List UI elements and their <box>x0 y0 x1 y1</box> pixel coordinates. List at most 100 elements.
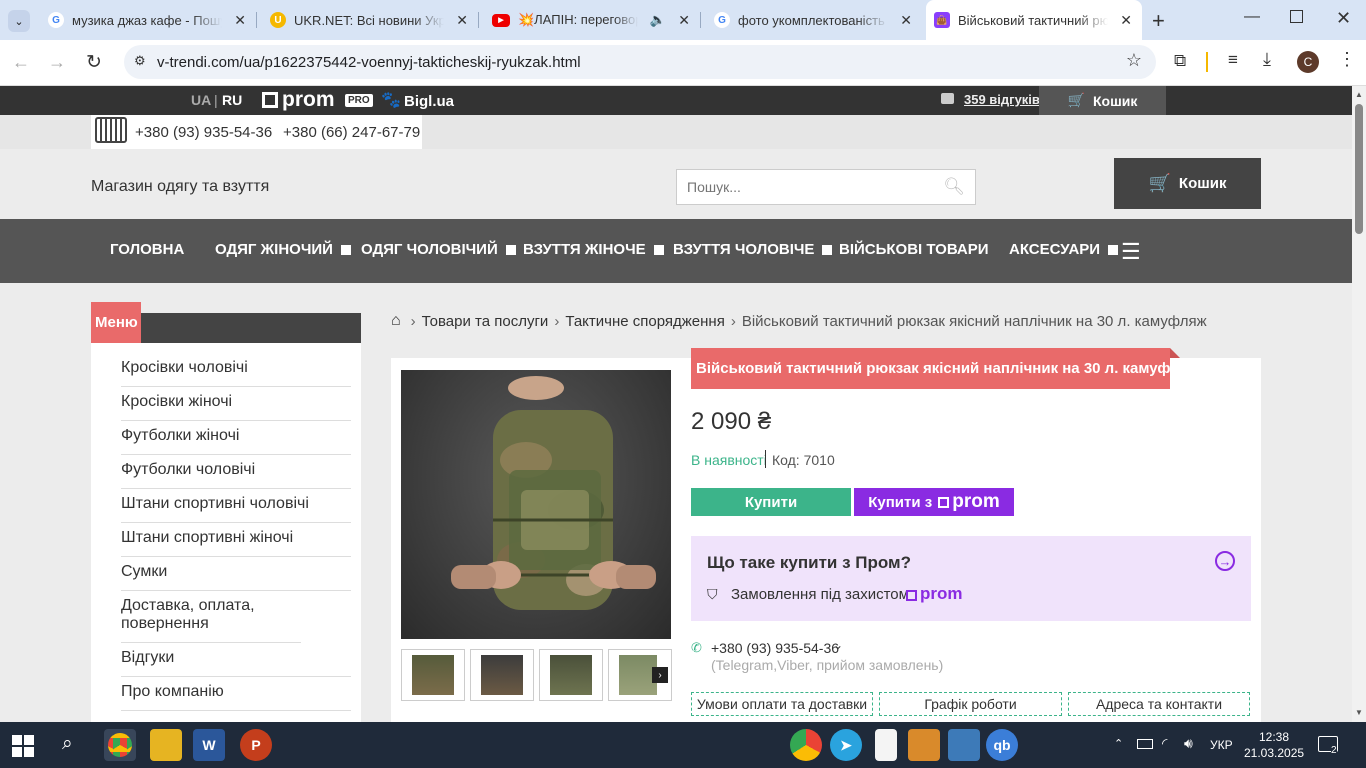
chevron-down-icon[interactable]: ⌄ <box>833 638 843 652</box>
search-input[interactable] <box>677 170 937 204</box>
app-icon[interactable] <box>948 729 980 761</box>
sidebar-item[interactable]: Кросівки жіночі <box>121 393 351 421</box>
close-icon[interactable]: ✕ <box>456 12 468 29</box>
reviews-link[interactable]: 359 відгуків <box>964 92 1040 107</box>
lang-ru[interactable]: RU <box>222 92 242 108</box>
close-icon[interactable]: ✕ <box>678 12 690 29</box>
lang-ua[interactable]: UA <box>191 92 211 108</box>
media-icon[interactable]: ≡ <box>1228 50 1238 70</box>
top-cart-button[interactable]: 🛒 Кошик <box>1039 86 1166 115</box>
thumbnail[interactable] <box>470 649 534 701</box>
nav-men-clothing[interactable]: Одяг чоловічий <box>361 241 516 258</box>
battery-icon[interactable] <box>1137 739 1153 749</box>
volume-icon[interactable]: 🔊︎ <box>1184 735 1193 752</box>
document-icon[interactable] <box>875 729 897 761</box>
nav-women-clothing[interactable]: Одяг жіночий <box>215 241 351 258</box>
address-bar[interactable]: ⚙ v-trendi.com/ua/p1622375442-voennyj-ta… <box>124 45 1156 79</box>
payment-delivery-link[interactable]: Умови оплати та доставки <box>691 692 873 716</box>
new-tab-icon[interactable]: + <box>1152 8 1165 34</box>
search-box[interactable]: 🔍︎ <box>676 169 976 205</box>
back-icon[interactable]: ← <box>12 52 30 73</box>
tab-3[interactable]: G фото укомплектованість війська ✕ <box>706 0 922 40</box>
phone-2[interactable]: +380 (66) 247-67-79 <box>283 124 420 141</box>
sidebar-item[interactable]: Футболки чоловічі <box>121 461 351 489</box>
nav-women-shoes[interactable]: Взуття жіноче <box>523 241 664 258</box>
nav-home[interactable]: Головна <box>110 241 184 258</box>
extensions-icon[interactable]: ⧉ <box>1174 51 1186 71</box>
nav-military[interactable]: Військові товари <box>839 241 989 258</box>
thumbnail[interactable] <box>539 649 603 701</box>
close-icon[interactable]: ✕ <box>900 12 912 29</box>
sidebar-item[interactable]: Про компанію <box>121 683 351 711</box>
wifi-icon[interactable]: ◜ <box>1162 735 1167 752</box>
close-icon[interactable]: ✕ <box>234 12 246 29</box>
phone-1[interactable]: +380 (93) 935-54-36 <box>135 124 272 141</box>
qbittorrent-icon[interactable]: qb <box>986 729 1018 761</box>
close-icon[interactable]: ✕ <box>1120 12 1132 29</box>
google-icon: G <box>48 12 64 28</box>
bigl-link[interactable]: Bigl.ua <box>404 93 454 110</box>
chrome-logo <box>108 733 132 757</box>
profile-avatar[interactable]: C <box>1297 51 1319 73</box>
restore-icon[interactable] <box>1290 10 1303 23</box>
sidebar-item[interactable]: Доставка, оплата, повернення <box>121 597 301 643</box>
tab-search-icon[interactable]: ⌄ <box>8 10 30 32</box>
breadcrumb-link[interactable]: Товари та послуги <box>422 313 549 330</box>
scrollbar-thumb[interactable] <box>1355 104 1363 234</box>
product-phone[interactable]: +380 (93) 935-54-36 <box>711 640 839 656</box>
telegram-icon[interactable]: ➤ <box>830 729 862 761</box>
tab-2[interactable]: ▶ 💥ЛАПІН: переговори 🔈 ✕ <box>484 0 700 40</box>
product-photo[interactable] <box>401 370 671 639</box>
thumbnail[interactable] <box>401 649 465 701</box>
menu-icon[interactable]: ⋮ <box>1338 49 1356 70</box>
next-arrow-icon[interactable]: › <box>652 667 668 683</box>
sidebar-item[interactable]: Штани спортивні жіночі <box>121 529 351 557</box>
search-icon[interactable]: ⌕ <box>62 733 73 755</box>
sidebar-item[interactable]: Відгуки <box>121 649 351 677</box>
scroll-down-icon[interactable]: ▼ <box>1355 708 1363 717</box>
more-menu-icon[interactable]: ☰ <box>1121 239 1141 265</box>
audio-icon[interactable]: 🔈 <box>650 12 666 28</box>
reload-icon[interactable]: ↻ <box>86 51 102 74</box>
tab-0[interactable]: G музика джаз кафе - Пошук ✕ <box>40 0 256 40</box>
schedule-link[interactable]: Графік роботи <box>879 692 1062 716</box>
google-icon: G <box>714 12 730 28</box>
arrow-right-icon[interactable]: → <box>1215 551 1235 571</box>
powerpoint-icon[interactable]: P <box>240 729 272 761</box>
clock-date[interactable]: 21.03.2025 <box>1244 746 1304 760</box>
sidebar-item[interactable]: Штани спортивні чоловічі <box>121 495 351 523</box>
prom-info-box[interactable]: Що таке купити з Пром? → ⛉ Замовлення пі… <box>691 536 1251 621</box>
tab-1[interactable]: U UKR.NET: Всі новини України ✕ <box>262 0 478 40</box>
language-indicator[interactable]: УКР <box>1210 738 1233 752</box>
sidebar-item[interactable]: Кросівки чоловічі <box>121 359 351 387</box>
cart-button[interactable]: 🛒 Кошик <box>1114 158 1261 209</box>
word-icon[interactable]: W <box>193 729 225 761</box>
forward-icon[interactable]: → <box>48 52 66 73</box>
minimize-icon[interactable]: — <box>1244 8 1260 26</box>
tray-up-icon[interactable]: ⌃ <box>1114 737 1123 750</box>
clock-time[interactable]: 12:38 <box>1259 730 1289 744</box>
site-info-icon[interactable]: ⚙ <box>134 53 146 69</box>
window-close-icon[interactable]: ✕ <box>1336 8 1351 29</box>
sidebar-item[interactable]: Сумки <box>121 563 351 591</box>
contacts-link[interactable]: Адреса та контакти <box>1068 692 1250 716</box>
bookmark-star-icon[interactable]: ☆ <box>1126 50 1142 71</box>
buy-button[interactable]: Купити <box>691 488 851 516</box>
chrome-taskbar-icon[interactable] <box>104 729 136 761</box>
photos-icon[interactable] <box>908 729 940 761</box>
scroll-up-icon[interactable]: ▲ <box>1355 90 1363 99</box>
buy-with-prom-button[interactable]: Купити з prom <box>854 488 1014 516</box>
sidebar-item[interactable]: Футболки жіночі <box>121 427 351 455</box>
windows-start-icon[interactable] <box>12 735 34 757</box>
nav-accessories[interactable]: Аксесуари <box>1009 241 1119 258</box>
chrome-icon[interactable] <box>790 729 822 761</box>
breadcrumb-link[interactable]: Тактичне спорядження <box>565 313 725 330</box>
nav-men-shoes[interactable]: Взуття чоловіче <box>673 241 833 258</box>
tab-4-active[interactable]: 👜 Військовий тактичний рюкзак ✕ <box>926 0 1142 40</box>
page-scrollbar[interactable]: ▲ ▼ <box>1352 86 1366 722</box>
home-icon[interactable]: ⌂ <box>391 312 401 330</box>
search-icon[interactable]: 🔍︎ <box>943 177 965 197</box>
file-explorer-icon[interactable] <box>150 729 182 761</box>
download-icon[interactable]: ⤓ <box>1263 49 1271 70</box>
prom-logo[interactable]: prom <box>282 88 335 112</box>
